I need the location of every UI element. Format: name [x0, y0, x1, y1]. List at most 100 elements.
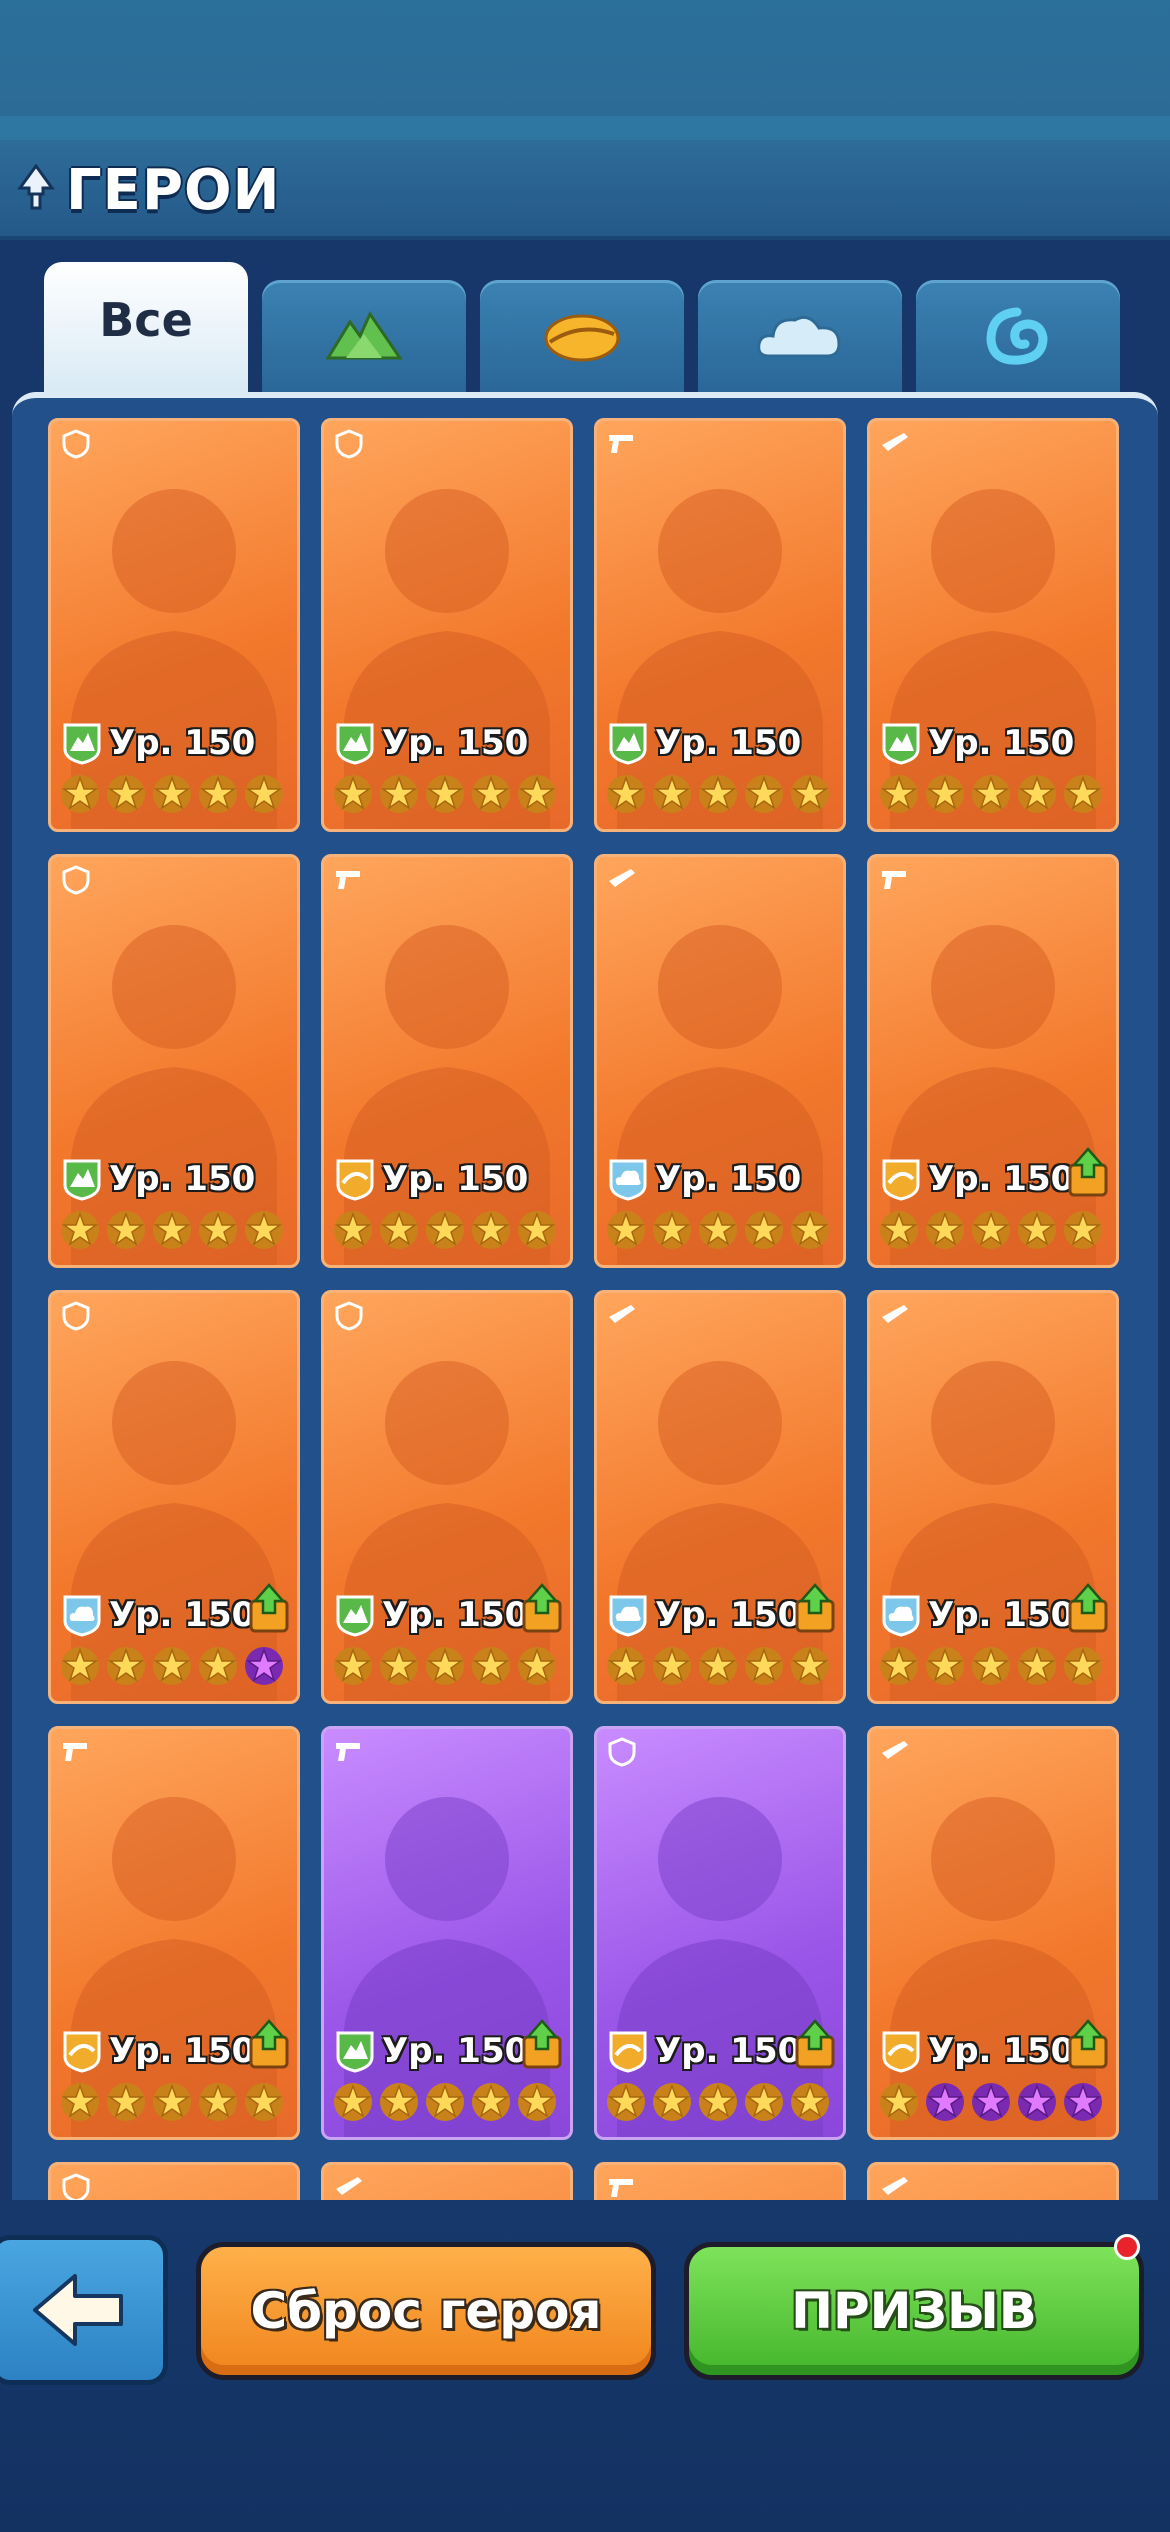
rifle-role-icon	[882, 433, 908, 451]
hero-level: Ур. 150	[109, 2031, 256, 2071]
hero-portrait	[890, 925, 1096, 1265]
hero-card[interactable]: Ур. 150	[594, 1290, 846, 1704]
hero-stars	[605, 1645, 835, 1687]
hero-card[interactable]: Ур. 150	[321, 1290, 573, 1704]
hero-portrait	[617, 489, 823, 829]
hero-level-row: Ур. 150	[880, 1157, 1074, 1201]
tab-all[interactable]: Все	[44, 262, 248, 392]
gold-star-icon	[245, 2083, 283, 2121]
hero-card[interactable]: Ур. 150	[867, 1726, 1119, 2140]
hero-stars	[878, 2081, 1108, 2123]
gun-role-icon	[609, 2179, 633, 2197]
gold-star-icon	[699, 1647, 737, 1685]
gold-star-icon	[426, 1211, 464, 1249]
gold-star-icon	[380, 1211, 418, 1249]
element-tabs: Все	[44, 262, 1134, 392]
cloud-element-icon	[609, 1595, 647, 1637]
hero-portrait	[890, 1797, 1096, 2137]
notification-dot	[1114, 2234, 1140, 2260]
upgrade-book-icon	[522, 2019, 562, 2069]
gold-star-icon	[745, 1647, 783, 1685]
tab-sand[interactable]	[480, 280, 684, 392]
gold-star-icon	[245, 775, 283, 813]
hero-card[interactable]: Ур. 150	[867, 1290, 1119, 1704]
hero-card[interactable]: Ур. 150	[594, 1726, 846, 2140]
gold-star-icon	[699, 775, 737, 813]
sand-element-icon	[882, 2031, 920, 2073]
sand-element-icon	[609, 2031, 647, 2073]
gold-star-icon	[199, 2083, 237, 2121]
back-button[interactable]	[0, 2235, 168, 2385]
upgrade-book-icon	[795, 2019, 835, 2069]
tree-icon	[17, 164, 55, 210]
hero-card[interactable]: Ур. 150	[48, 1290, 300, 1704]
mountain-element-icon	[63, 1159, 101, 1201]
summon-button[interactable]: ПРИЗЫВ	[684, 2242, 1144, 2380]
gold-star-icon	[245, 1211, 283, 1249]
gold-star-icon	[426, 2083, 464, 2121]
gold-star-icon	[107, 1211, 145, 1249]
cloud-element-icon	[882, 1595, 920, 1637]
hero-card[interactable]: Ур. 150	[321, 418, 573, 832]
shield-role-icon	[608, 1737, 636, 1767]
gold-star-icon	[153, 775, 191, 813]
hero-portrait	[617, 925, 823, 1265]
reset-hero-button[interactable]: Сброс героя	[196, 2242, 656, 2380]
hero-portrait	[617, 1361, 823, 1701]
gold-star-icon	[699, 1211, 737, 1249]
hero-card[interactable]: Ур. 150	[48, 418, 300, 832]
gold-star-icon	[653, 775, 691, 813]
hero-card[interactable]: Ур. 150	[594, 418, 846, 832]
shield-role-icon	[62, 429, 90, 459]
gold-star-icon	[334, 775, 372, 813]
gold-star-icon	[607, 1647, 645, 1685]
gold-star-icon	[745, 775, 783, 813]
hero-card[interactable]: Ур. 150	[48, 1726, 300, 2140]
hero-level-row: Ур. 150	[880, 721, 1074, 765]
gold-star-icon	[791, 2083, 829, 2121]
title-bar: ГЕРОИ	[0, 140, 1170, 240]
shield-role-icon	[62, 865, 90, 895]
upgrade-book-icon	[522, 1583, 562, 1633]
tab-mountain[interactable]	[262, 280, 466, 392]
hero-level: Ур. 150	[928, 2031, 1075, 2071]
bottom-bar: Сброс героя ПРИЗЫВ	[0, 2200, 1170, 2532]
heroes-panel: Ур. 150 Ур. 150 Ур. 150 Ур. 150 Ур. 150 Ур. 1…	[12, 392, 1158, 2206]
hero-stars	[59, 1645, 289, 1687]
hero-stars	[605, 2081, 835, 2123]
mountain-icon	[325, 310, 403, 360]
sand-element-icon	[63, 2031, 101, 2073]
hero-card[interactable]: Ур. 150	[48, 854, 300, 1268]
purple-star-icon	[245, 1647, 283, 1685]
summon-label: ПРИЗЫВ	[791, 2282, 1037, 2340]
hero-card[interactable]: Ур. 150	[321, 854, 573, 1268]
tab-cloud[interactable]	[698, 280, 902, 392]
hero-level: Ур. 150	[928, 723, 1075, 763]
hero-card[interactable]: Ур. 150	[867, 854, 1119, 1268]
gold-star-icon	[472, 1647, 510, 1685]
hero-card[interactable]: Ур. 150	[321, 1726, 573, 2140]
gold-star-icon	[1018, 1211, 1056, 1249]
gun-role-icon	[609, 435, 633, 453]
upgrade-book-icon	[249, 2019, 289, 2069]
sand-element-icon	[336, 1159, 374, 1201]
gold-star-icon	[926, 1647, 964, 1685]
hero-level: Ур. 150	[109, 1159, 256, 1199]
gold-star-icon	[426, 1647, 464, 1685]
rifle-role-icon	[336, 2177, 362, 2195]
hero-card[interactable]: Ур. 150	[867, 418, 1119, 832]
hero-portrait	[344, 925, 550, 1265]
rifle-role-icon	[882, 2177, 908, 2195]
gold-star-icon	[607, 1211, 645, 1249]
tab-water[interactable]	[916, 280, 1120, 392]
gold-star-icon	[107, 1647, 145, 1685]
hero-stars	[878, 773, 1108, 815]
gold-star-icon	[653, 2083, 691, 2121]
gold-star-icon	[791, 1647, 829, 1685]
gun-role-icon	[882, 871, 906, 889]
gold-star-icon	[653, 1211, 691, 1249]
hero-card[interactable]: Ур. 150	[594, 854, 846, 1268]
hero-level: Ур. 150	[655, 1595, 802, 1635]
rifle-role-icon	[609, 1305, 635, 1323]
gold-star-icon	[791, 775, 829, 813]
